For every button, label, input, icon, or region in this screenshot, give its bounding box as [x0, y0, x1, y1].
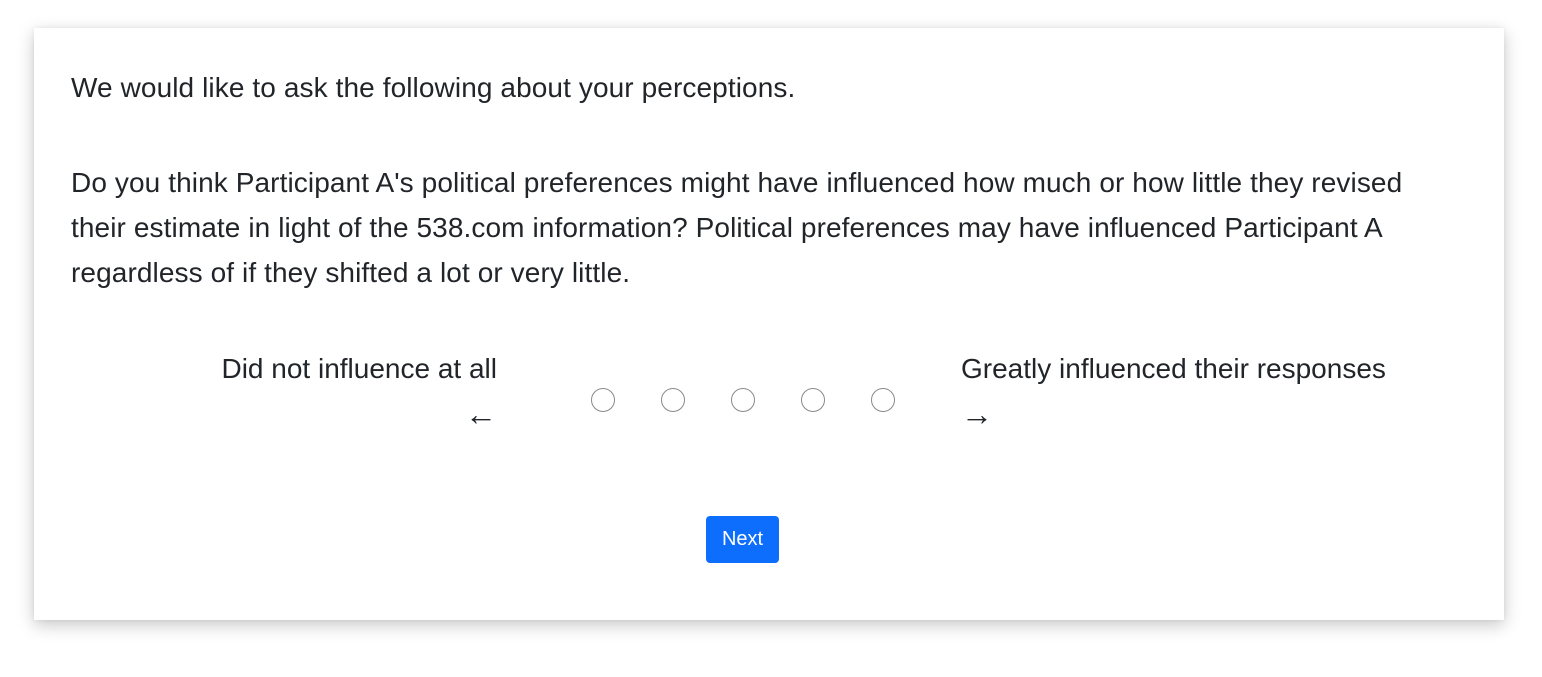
scale-right-label: Greatly influenced their responses → — [961, 350, 1386, 434]
scale-left-label: Did not influence at all ← — [221, 350, 497, 434]
right-arrow-icon: → — [961, 396, 993, 432]
likert-scale: Did not influence at all ← Greatly influ… — [34, 350, 1504, 440]
question-text: Do you think Participant A's political p… — [71, 167, 1403, 288]
left-arrow-icon: ← — [465, 396, 497, 432]
scale-option-3[interactable] — [731, 388, 755, 412]
scale-options — [591, 388, 895, 414]
survey-card: We would like to ask the following about… — [34, 28, 1504, 620]
intro-text: We would like to ask the following about… — [71, 72, 796, 103]
scale-option-1[interactable] — [591, 388, 615, 412]
scale-option-2[interactable] — [661, 388, 685, 412]
scale-right-label-text: Greatly influenced their responses — [961, 353, 1386, 384]
scale-left-label-text: Did not influence at all — [221, 353, 497, 384]
scale-option-4[interactable] — [801, 388, 825, 412]
scale-option-5[interactable] — [871, 388, 895, 412]
next-button[interactable]: Next — [706, 516, 779, 563]
